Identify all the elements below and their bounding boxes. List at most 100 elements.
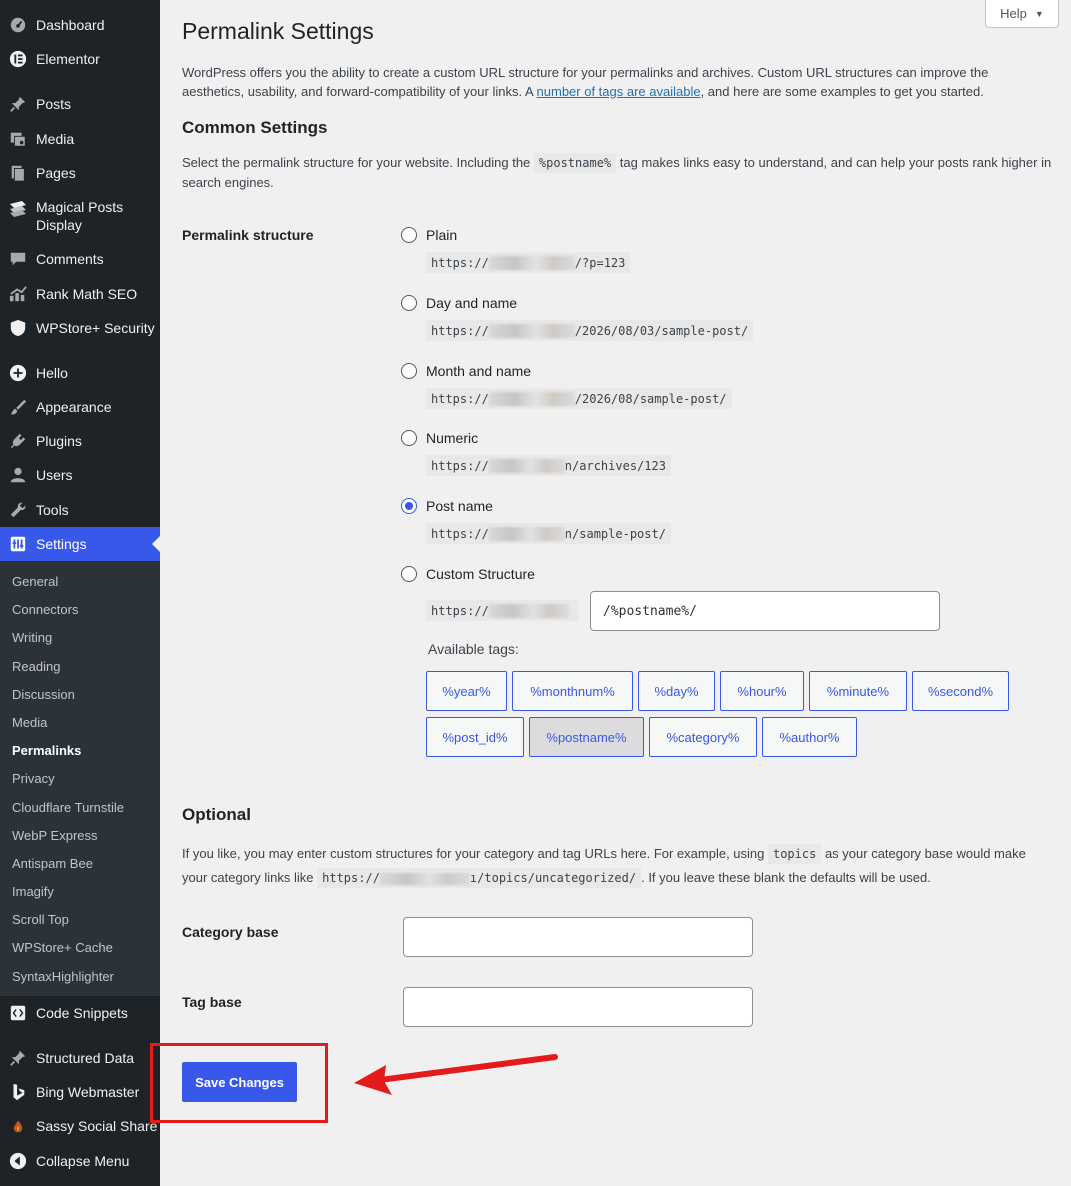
sidebar-item-settings[interactable]: Settings [0, 527, 160, 561]
sidebar-item-appearance[interactable]: Appearance [0, 397, 160, 417]
annotation-highlight-box [150, 1043, 328, 1123]
day-name-example-url: https:// /2026/08/03/sample-post/ [426, 320, 754, 341]
sidebar-item-pages[interactable]: Pages [0, 163, 160, 183]
submenu-item-cloudflare-turnstile[interactable]: Cloudflare Turnstile [12, 800, 124, 815]
topics-code: topics [767, 844, 822, 864]
option-month-and-name[interactable]: Month and name [401, 363, 531, 379]
sidebar-item-media[interactable]: Media [0, 129, 160, 149]
submenu-item-antispam-bee[interactable]: Antispam Bee [12, 856, 93, 871]
tag-category-button[interactable]: %category% [649, 717, 757, 757]
tag-post-id-button[interactable]: %post_id% [426, 717, 524, 757]
pin-icon [8, 94, 28, 114]
submenu-item-reading[interactable]: Reading [12, 659, 60, 674]
sidebar-item-label: Users [36, 467, 73, 483]
dashboard-icon [8, 15, 28, 35]
bing-icon [8, 1082, 28, 1102]
option-label: Month and name [426, 363, 532, 379]
sidebar-item-elementor[interactable]: Elementor [0, 49, 160, 69]
radio-custom-structure[interactable] [401, 566, 417, 582]
custom-structure-input[interactable]: /%postname%/ [590, 591, 940, 631]
submenu-item-general[interactable]: General [12, 574, 58, 589]
pages-icon [8, 163, 28, 183]
tag-postname-button[interactable]: %postname% [529, 717, 644, 757]
option-plain[interactable]: Plain [401, 227, 457, 243]
sidebar-item-label: Appearance [36, 399, 112, 415]
tag-second-button[interactable]: %second% [912, 671, 1009, 711]
sidebar-item-label: Plugins [36, 433, 82, 449]
sidebar-item-code-snippets[interactable]: Code Snippets [0, 1003, 160, 1023]
chart-icon [8, 284, 28, 304]
tag-day-button[interactable]: %day% [638, 671, 715, 711]
submenu-item-wpstore-cache[interactable]: WPStore+ Cache [12, 940, 113, 955]
sidebar-item-hello[interactable]: Hello [0, 363, 160, 383]
numeric-example-url: https:// n/archives/123 [426, 455, 671, 476]
redacted-domain [488, 458, 565, 473]
collapse-menu-button[interactable]: Collapse Menu [0, 1151, 160, 1171]
option-label: Numeric [426, 430, 479, 446]
annotation-arrow-icon [354, 1054, 558, 1095]
url-prefix: https:// [431, 526, 489, 541]
radio-numeric[interactable] [401, 430, 417, 446]
sidebar-item-tools[interactable]: Tools [0, 500, 160, 520]
elementor-icon [8, 49, 28, 69]
radio-plain[interactable] [401, 227, 417, 243]
code-icon [8, 1003, 28, 1023]
submenu-item-media[interactable]: Media [12, 715, 47, 730]
sidebar-item-magical-posts[interactable]: Magical Posts Display [0, 198, 160, 234]
sidebar-item-comments[interactable]: Comments [0, 249, 160, 269]
option-custom-structure[interactable]: Custom Structure [401, 566, 535, 582]
submenu-item-permalinks[interactable]: Permalinks [12, 743, 81, 758]
optional-heading: Optional [182, 805, 251, 824]
sidebar-item-wpstore-security[interactable]: WPStore+ Security [0, 318, 160, 338]
sidebar-item-structured-data[interactable]: Structured Data [0, 1048, 160, 1068]
sidebar-item-sassy-social-share[interactable]: Sassy Social Share [0, 1116, 160, 1136]
sidebar-item-bing-webmaster[interactable]: Bing Webmaster [0, 1082, 160, 1102]
month-name-example-url: https:// /2026/08/sample-post/ [426, 388, 732, 409]
submenu-item-syntaxhighlighter[interactable]: SyntaxHighlighter [12, 969, 114, 984]
tags-available-link[interactable]: number of tags are available [537, 84, 701, 99]
tag-hour-button[interactable]: %hour% [720, 671, 804, 711]
url-prefix: https:// [322, 871, 380, 885]
sidebar-item-label: Posts [36, 96, 72, 112]
url-prefix: https:// [431, 458, 489, 473]
sidebar-item-posts[interactable]: Posts [0, 94, 160, 114]
redacted-domain [488, 255, 575, 270]
tag-year-button[interactable]: %year% [426, 671, 507, 711]
settings-icon [8, 534, 28, 554]
sidebar-item-users[interactable]: Users [0, 465, 160, 485]
radio-month-and-name[interactable] [401, 363, 417, 379]
radio-post-name[interactable] [401, 498, 417, 514]
submenu-item-connectors[interactable]: Connectors [12, 602, 78, 617]
submenu-item-discussion[interactable]: Discussion [12, 687, 75, 702]
option-post-name[interactable]: Post name [401, 498, 493, 514]
tag-monthnum-button[interactable]: %monthnum% [512, 671, 633, 711]
category-base-input[interactable] [403, 917, 753, 957]
common-settings-description: Select the permalink structure for your … [182, 153, 1052, 193]
submenu-item-privacy[interactable]: Privacy [12, 771, 55, 786]
postname-code: %postname% [533, 153, 617, 173]
option-numeric[interactable]: Numeric [401, 430, 478, 446]
tag-author-button[interactable]: %author% [762, 717, 857, 757]
option-label: Plain [426, 227, 458, 243]
url-prefix: https:// [431, 255, 489, 270]
url-prefix: https:// [431, 391, 489, 406]
help-tab-button[interactable]: Help ▼ [985, 0, 1059, 28]
submenu-item-imagify[interactable]: Imagify [12, 884, 54, 899]
desc-text: If you like, you may enter custom struct… [182, 846, 768, 861]
option-day-and-name[interactable]: Day and name [401, 295, 517, 311]
tag-base-input[interactable] [403, 987, 753, 1027]
url-suffix: /?p=123 [574, 255, 626, 270]
sidebar-item-plugins[interactable]: Plugins [0, 431, 160, 451]
sidebar-item-rank-math[interactable]: Rank Math SEO [0, 284, 160, 304]
sidebar-item-label: Hello [36, 365, 68, 381]
submenu-item-webp-express[interactable]: WebP Express [12, 828, 98, 843]
sidebar-item-dashboard[interactable]: Dashboard [0, 15, 160, 35]
submenu-item-scroll-top[interactable]: Scroll Top [12, 912, 69, 927]
radio-day-and-name[interactable] [401, 295, 417, 311]
sidebar-item-label: Structured Data [36, 1050, 135, 1066]
redacted-domain [488, 603, 569, 618]
tag-minute-button[interactable]: %minute% [809, 671, 907, 711]
desc-text: Select the permalink structure for your … [182, 155, 534, 170]
plug-icon [8, 431, 28, 451]
submenu-item-writing[interactable]: Writing [12, 630, 52, 645]
